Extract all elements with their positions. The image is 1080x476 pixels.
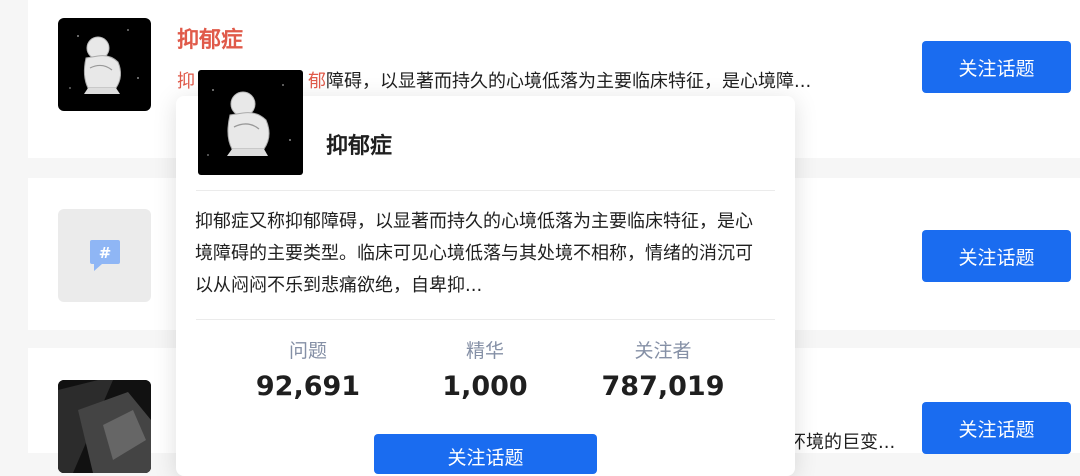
popover-follow-button[interactable]: 关注话题 [374, 434, 597, 474]
stat-value: 1,000 [442, 371, 528, 402]
topic-thumbnail[interactable]: # [58, 209, 151, 302]
follow-topic-button[interactable]: 关注话题 [922, 402, 1071, 454]
stat-value: 92,691 [255, 371, 361, 402]
follow-topic-button[interactable]: 关注话题 [922, 230, 1071, 282]
stat-label: 问题 [288, 340, 327, 362]
stat-value: 787,019 [601, 371, 725, 402]
stat-label: 精华 [465, 340, 504, 362]
topic-name[interactable]: 抑郁症 [326, 128, 392, 160]
divider [196, 190, 775, 191]
hashtag-icon: # [89, 239, 120, 271]
sitting-figure-icon [69, 29, 139, 94]
topic-hover-card: 抑郁症 抑郁症又称抑郁障碍，以显著而持久的心境低落为主要临床特征，是心境障碍的主… [176, 70, 795, 476]
topic-avatar[interactable] [198, 70, 303, 175]
stat-featured[interactable]: 精华 1,000 [385, 336, 585, 402]
photo-thumbnail-icon [58, 380, 151, 473]
follow-topic-button[interactable]: 关注话题 [922, 41, 1071, 93]
sitting-figure-icon [207, 84, 291, 156]
divider [196, 319, 775, 320]
svg-text:#: # [98, 244, 111, 262]
stat-questions[interactable]: 问题 92,691 [208, 336, 408, 402]
excerpt-highlight: 抑 [177, 71, 195, 92]
excerpt-text: 障碍，以显著而持久的心境低落为主要临床特征，是心境障... [326, 71, 812, 92]
topic-title[interactable]: 抑郁症 [177, 22, 243, 54]
stat-label: 关注者 [634, 340, 692, 362]
stat-followers[interactable]: 关注者 787,019 [563, 336, 763, 402]
excerpt-highlight: 郁 [308, 71, 326, 92]
topic-thumbnail[interactable] [58, 18, 151, 111]
topic-description: 抑郁症又称抑郁障碍，以显著而持久的心境低落为主要临床特征，是心境障碍的主要类型。… [195, 211, 753, 296]
topic-thumbnail[interactable] [58, 380, 151, 473]
topic-excerpt: 环境的巨变... [788, 432, 896, 453]
